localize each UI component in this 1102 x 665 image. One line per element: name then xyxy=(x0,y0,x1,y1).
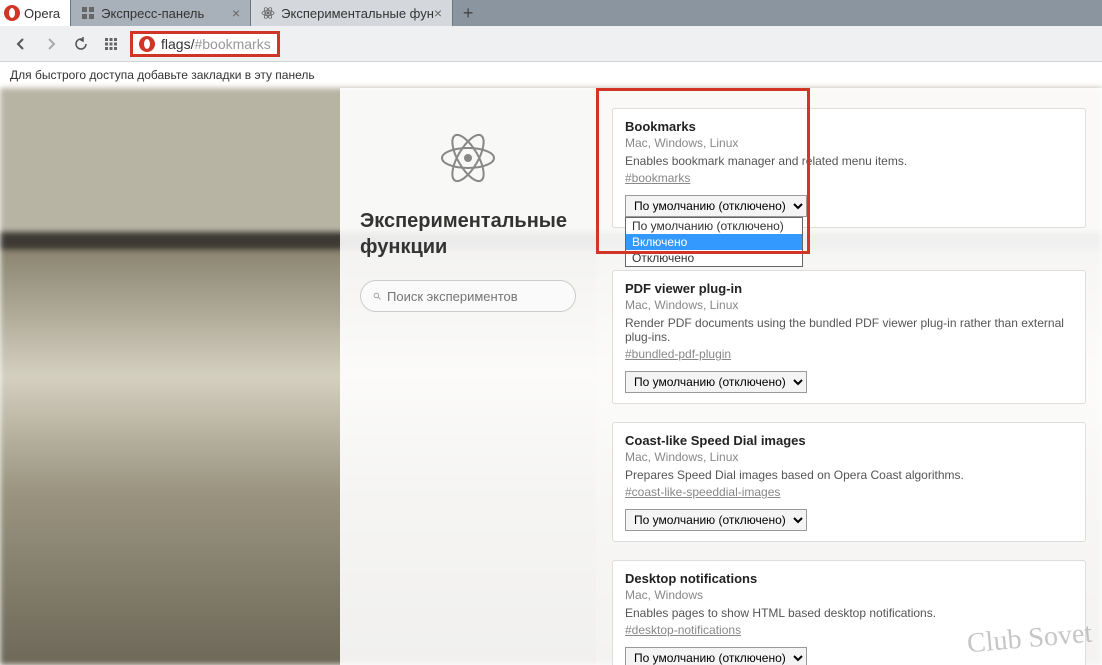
search-experiments[interactable] xyxy=(360,280,576,312)
flag-platforms: Mac, Windows, Linux xyxy=(625,450,1073,464)
navbar: flags/#bookmarks xyxy=(0,26,1102,62)
flag-anchor-link[interactable]: #bundled-pdf-plugin xyxy=(625,347,731,361)
opera-logo-icon xyxy=(4,5,20,21)
back-button[interactable] xyxy=(10,33,32,55)
search-input[interactable] xyxy=(387,289,563,304)
atom-icon xyxy=(438,128,498,188)
search-icon xyxy=(373,289,381,303)
flag-anchor-link[interactable]: #coast-like-speeddial-images xyxy=(625,485,780,499)
speed-dial-button[interactable] xyxy=(100,33,122,55)
tab-label: Экспресс-панель xyxy=(101,6,204,21)
highlight-box xyxy=(596,88,810,254)
opera-logo-icon xyxy=(139,36,155,52)
close-icon[interactable]: × xyxy=(232,6,240,20)
flag-coast-speed-dial: Coast-like Speed Dial images Mac, Window… xyxy=(612,422,1086,542)
atom-icon xyxy=(261,6,275,20)
opera-menu-button[interactable]: Opera xyxy=(0,0,71,26)
flag-select[interactable]: По умолчанию (отключено) xyxy=(625,509,807,531)
left-region: Экспериментальные функции xyxy=(0,88,596,665)
app-name: Opera xyxy=(24,6,60,21)
titlebar: Opera Экспресс-панель × Экспериментальны… xyxy=(0,0,1102,26)
flag-title: PDF viewer plug-in xyxy=(625,281,1073,296)
new-tab-button[interactable]: + xyxy=(453,0,483,26)
page-title: Экспериментальные функции xyxy=(360,208,576,260)
sidebar-panel: Экспериментальные функции xyxy=(340,88,596,665)
flag-title: Desktop notifications xyxy=(625,571,1073,586)
close-icon[interactable]: × xyxy=(434,6,442,20)
flag-platforms: Mac, Windows, Linux xyxy=(625,298,1073,312)
flag-select[interactable]: По умолчанию (отключено) xyxy=(625,647,807,665)
reload-button[interactable] xyxy=(70,33,92,55)
main-area: Экспериментальные функции Bookmarks Mac,… xyxy=(0,88,1102,665)
flag-description: Render PDF documents using the bundled P… xyxy=(625,316,1073,344)
flag-platforms: Mac, Windows xyxy=(625,588,1073,602)
flag-description: Prepares Speed Dial images based on Oper… xyxy=(625,468,1073,482)
address-bar[interactable]: flags/#bookmarks xyxy=(130,31,280,57)
address-text: flags/#bookmarks xyxy=(161,36,271,52)
bookmarks-hint: Для быстрого доступа добавьте закладки в… xyxy=(0,62,1102,88)
flag-anchor-link[interactable]: #desktop-notifications xyxy=(625,623,741,637)
flag-title: Coast-like Speed Dial images xyxy=(625,433,1073,448)
tab-speed-dial[interactable]: Экспресс-панель × xyxy=(71,0,251,26)
tabs-row: Экспресс-панель × Экспериментальные фун … xyxy=(71,0,483,26)
speed-dial-icon xyxy=(81,6,95,20)
forward-button[interactable] xyxy=(40,33,62,55)
tab-label: Экспериментальные фун xyxy=(281,6,434,21)
flag-pdf-viewer: PDF viewer plug-in Mac, Windows, Linux R… xyxy=(612,270,1086,404)
flag-description: Enables pages to show HTML based desktop… xyxy=(625,606,1073,620)
flag-select[interactable]: По умолчанию (отключено) xyxy=(625,371,807,393)
tab-experimental[interactable]: Экспериментальные фун × xyxy=(251,0,453,26)
